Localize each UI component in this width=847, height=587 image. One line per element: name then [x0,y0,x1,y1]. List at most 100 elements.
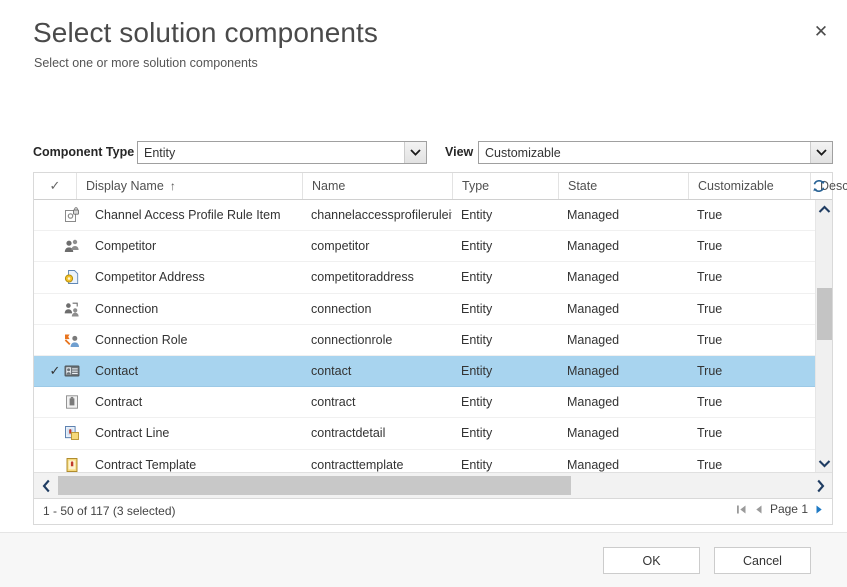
next-page-button[interactable] [815,504,824,515]
cell-name: competitor [302,231,452,261]
cell-type: Entity [452,262,558,292]
select-solution-components-dialog: Select solution components Select one or… [0,0,847,587]
table-row[interactable]: Connection RoleconnectionroleEntityManag… [34,325,832,356]
table-row[interactable]: ContractcontractEntityManagedTrueAgreer [34,387,832,418]
horizontal-scrollbar-thumb[interactable] [58,476,571,495]
cell-display-name: Contract [86,387,302,417]
cell-name: contractdetail [302,418,452,448]
table-row[interactable]: Contract LinecontractdetailEntityManaged… [34,418,832,449]
grid-rows: Channel Access Profile Rule Itemchannela… [34,200,832,472]
vertical-scrollbar[interactable] [815,200,832,472]
cell-state: Managed [558,387,688,417]
cell-state: Managed [558,325,688,355]
sort-ascending-icon: ↑ [170,179,176,193]
cell-state: Managed [558,262,688,292]
column-header-check[interactable]: ✓ [34,173,76,199]
connection-icon [58,294,86,324]
check-icon: ✓ [50,178,61,194]
cell-name: connection [302,294,452,324]
view-label: View [445,145,473,159]
cell-customizable: True [688,450,810,473]
competitor-address-icon [58,262,86,292]
chevron-down-icon [810,142,832,163]
cell-type: Entity [452,200,558,230]
table-row[interactable]: CompetitorcompetitorEntityManagedTrueBus… [34,231,832,262]
cancel-button[interactable]: Cancel [714,547,811,574]
dialog-header: Select solution components Select one or… [0,0,847,140]
vertical-scrollbar-thumb[interactable] [817,288,832,340]
cell-state: Managed [558,450,688,473]
cell-state: Managed [558,356,688,386]
cell-state: Managed [558,200,688,230]
contract-icon [58,387,86,417]
cell-type: Entity [452,356,558,386]
cell-name: channelaccessprofileruleite... [302,200,452,230]
cell-customizable: True [688,356,810,386]
component-type-value: Entity [138,146,404,160]
cell-display-name: Channel Access Profile Rule Item [86,200,302,230]
column-header-display-name-label: Display Name [77,179,164,193]
grid-status-bar: 1 - 50 of 117 (3 selected) Page 1 [33,499,833,525]
column-header-customizable[interactable]: Customizable [688,173,810,199]
cell-display-name: Connection [86,294,302,324]
cell-name: contracttemplate [302,450,452,473]
chevron-down-icon [404,142,426,163]
cell-display-name: Competitor [86,231,302,261]
cell-name: competitoraddress [302,262,452,292]
contract-line-icon [58,418,86,448]
cell-customizable: True [688,200,810,230]
scroll-left-icon[interactable] [34,473,58,498]
ok-button[interactable]: OK [603,547,700,574]
cell-display-name: Contract Line [86,418,302,448]
column-header-display-name[interactable]: Display Name ↑ [76,173,302,199]
cell-customizable: True [688,418,810,448]
pagination-controls: Page 1 [736,502,824,516]
filter-bar: Component Type Entity View Customizable [33,141,833,165]
horizontal-scrollbar[interactable] [34,472,832,498]
table-row[interactable]: Competitor AddresscompetitoraddressEntit… [34,262,832,293]
column-header-state[interactable]: State [558,173,688,199]
column-header-state-label: State [559,179,597,193]
competitor-icon [58,231,86,261]
scroll-down-icon[interactable] [816,454,832,472]
first-page-button[interactable] [736,504,747,515]
cell-state: Managed [558,231,688,261]
scroll-right-icon[interactable] [808,473,832,498]
dialog-footer: OK Cancel [0,532,847,587]
record-count-summary: 1 - 50 of 117 (3 selected) [43,504,176,518]
grid-body: Channel Access Profile Rule Itemchannela… [34,200,832,472]
component-type-label: Component Type [33,145,134,159]
refresh-icon[interactable] [806,173,832,199]
cell-type: Entity [452,294,558,324]
scroll-up-icon[interactable] [816,200,832,218]
cell-name: connectionrole [302,325,452,355]
previous-page-button[interactable] [754,504,763,515]
cell-name: contract [302,387,452,417]
view-value: Customizable [479,146,810,160]
cell-state: Managed [558,294,688,324]
view-select[interactable]: Customizable [478,141,833,164]
page-title: Select solution components [33,17,378,49]
cell-customizable: True [688,294,810,324]
connection-role-icon [58,325,86,355]
grid-header-row: ✓ Display Name ↑ Name Type State Customi… [34,173,832,200]
close-icon[interactable]: ✕ [806,16,836,46]
cell-display-name: Connection Role [86,325,302,355]
column-header-customizable-label: Customizable [689,179,774,193]
table-row[interactable]: Contract TemplatecontracttemplateEntityM… [34,450,832,473]
cell-type: Entity [452,387,558,417]
table-row[interactable]: Channel Access Profile Rule Itemchannela… [34,200,832,231]
cell-state: Managed [558,418,688,448]
column-header-name[interactable]: Name [302,173,452,199]
cell-name: contact [302,356,452,386]
table-row[interactable]: ✓ContactcontactEntityManagedTruePerson [34,356,832,387]
component-type-select[interactable]: Entity [137,141,427,164]
page-subtitle: Select one or more solution components [34,56,258,70]
column-header-type[interactable]: Type [452,173,558,199]
cell-display-name: Contact [86,356,302,386]
column-header-type-label: Type [453,179,489,193]
cell-customizable: True [688,387,810,417]
cell-type: Entity [452,231,558,261]
table-row[interactable]: ConnectionconnectionEntityManagedTrueRel… [34,294,832,325]
cell-display-name: Competitor Address [86,262,302,292]
